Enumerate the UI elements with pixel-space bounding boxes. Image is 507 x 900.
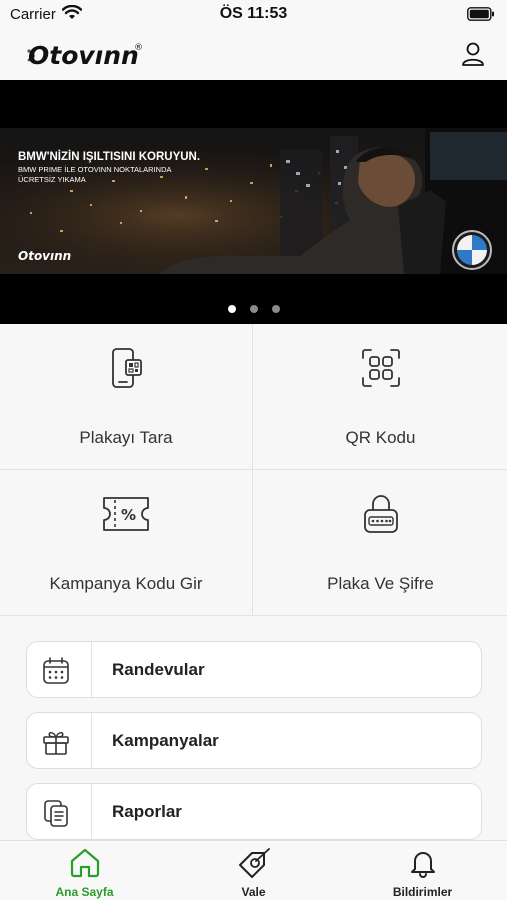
coupon-icon: %: [0, 492, 252, 536]
appointments-label: Randevular: [112, 660, 205, 679]
svg-text:%: %: [121, 506, 136, 524]
carousel-dots[interactable]: [0, 300, 507, 318]
vale-tag-icon: [169, 847, 338, 879]
divider: [91, 713, 92, 768]
scan-plate-label: Plakayı Tara: [79, 428, 173, 447]
scan-plate-button[interactable]: Plakayı Tara: [0, 324, 253, 470]
appointments-item[interactable]: Randevular: [26, 641, 482, 698]
qr-code-label: QR Kodu: [345, 428, 416, 447]
battery-icon: [467, 7, 495, 26]
banner-subline-2: ÜCRETSİZ YIKAMA: [18, 175, 86, 184]
divider: [91, 784, 92, 839]
qr-code-icon: [254, 346, 507, 390]
tab-vale-label: Vale: [241, 885, 266, 899]
plate-password-button[interactable]: Plaka Ve Şifre: [254, 470, 507, 616]
tab-home-label: Ana Sayfa: [55, 885, 114, 899]
reports-icon: [41, 798, 71, 828]
logo-text: Otovınn: [28, 41, 139, 70]
calendar-icon: [41, 656, 71, 686]
campaign-code-button[interactable]: % Kampanya Kodu Gir: [0, 470, 253, 616]
campaigns-item[interactable]: Kampanyalar: [26, 712, 482, 769]
carousel-dot[interactable]: [227, 305, 236, 313]
carousel-dot[interactable]: [271, 305, 280, 313]
tab-bar: Ana Sayfa Vale Bildirimler: [0, 840, 507, 900]
gift-icon: [41, 727, 71, 757]
app-header: Otovınn ®: [0, 30, 507, 80]
promo-banner[interactable]: BMW'NİZİN IŞILTISINI KORUYUN. BMW PRIME …: [0, 80, 507, 324]
tab-home[interactable]: Ana Sayfa: [0, 841, 169, 900]
tab-vale[interactable]: Vale: [169, 841, 338, 900]
reports-item[interactable]: Raporlar: [26, 783, 482, 840]
plate-password-label: Plaka Ve Şifre: [327, 574, 434, 593]
banner-watermark: Otovınn: [18, 249, 71, 263]
reports-label: Raporlar: [112, 802, 182, 821]
action-grid: Plakayı Tara QR Kodu % Kampanya Kodu Gir: [0, 324, 507, 616]
tab-notifications[interactable]: Bildirimler: [338, 841, 507, 900]
svg-text:®: ®: [134, 43, 143, 53]
banner-headline: BMW'NİZİN IŞILTISINI KORUYUN.: [18, 150, 200, 163]
bell-icon: [338, 847, 507, 879]
campaign-code-label: Kampanya Kodu Gir: [49, 574, 203, 593]
phone-scan-icon: [0, 346, 252, 390]
user-icon[interactable]: [459, 40, 487, 68]
banner-subline-1: BMW PRIME İLE OTOVINN NOKTALARINDA: [18, 165, 172, 174]
menu-list: Randevular Kampanyalar Raporlar: [0, 616, 507, 844]
tab-notifications-label: Bildirimler: [392, 885, 453, 899]
divider: [91, 642, 92, 697]
bmw-badge-icon: [452, 230, 492, 270]
banner-image: BMW'NİZİN IŞILTISINI KORUYUN. BMW PRIME …: [0, 128, 507, 274]
clock: ÖS 11:53: [219, 5, 288, 22]
campaigns-label: Kampanyalar: [112, 731, 219, 750]
qr-code-button[interactable]: QR Kodu: [254, 324, 507, 470]
home-icon: [0, 847, 169, 879]
otovinn-logo[interactable]: Otovınn ®: [24, 36, 148, 75]
carousel-dot[interactable]: [249, 305, 258, 313]
lock-icon: [254, 492, 507, 536]
status-bar: Carrier ÖS 11:53: [0, 0, 507, 30]
